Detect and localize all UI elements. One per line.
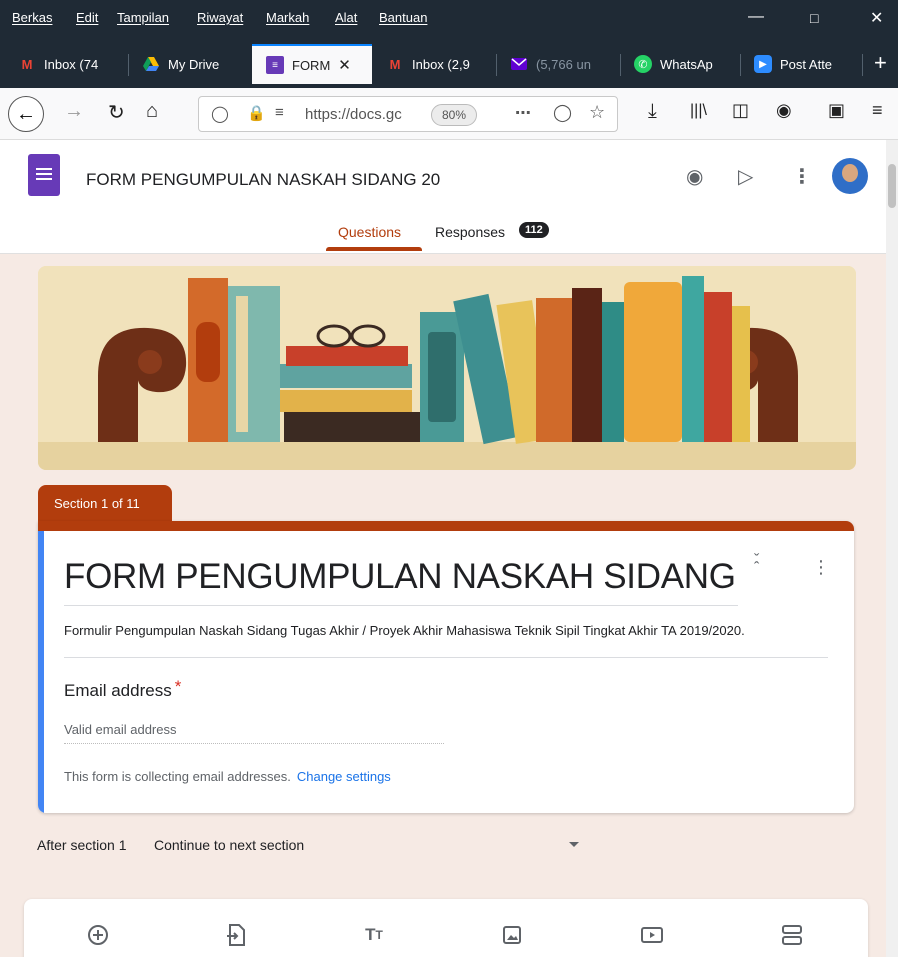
drive-icon: [142, 55, 160, 73]
gmail-icon: M: [21, 56, 33, 72]
maximize-icon[interactable]: □: [810, 10, 818, 26]
yahoo-mail-icon: [510, 55, 528, 73]
collapse-icon[interactable]: ˇˆ: [754, 553, 759, 577]
reload-icon[interactable]: ↻: [108, 100, 125, 125]
section-card[interactable]: FORM PENGUMPULAN NASKAH SIDANG ˇˆ ⋮ Form…: [38, 521, 854, 813]
more-options-icon[interactable]: ⋮: [792, 164, 812, 189]
avatar[interactable]: [832, 158, 868, 194]
url-bar[interactable]: ◯ 🔒 ≡ https://docs.gc 80% ⋯ ◯ ☆: [198, 96, 618, 132]
permissions-icon[interactable]: ≡: [275, 104, 284, 121]
tab-inbox-1[interactable]: M Inbox (74: [4, 44, 128, 84]
tab-label: Inbox (74: [44, 56, 99, 72]
url-text[interactable]: https://docs.gc: [305, 106, 402, 123]
palette-icon[interactable]: ◉: [686, 164, 703, 189]
tab-bar: M Inbox (74 My Drive ≡ FORM ✕ M Inbox (2…: [0, 38, 898, 88]
scrollbar[interactable]: [886, 140, 898, 957]
account-icon[interactable]: ◉: [776, 100, 792, 121]
section-more-icon[interactable]: ⋮: [812, 557, 830, 578]
tab-form-active[interactable]: ≡ FORM ✕: [252, 44, 372, 84]
menu-bantuan[interactable]: Bantuan: [379, 10, 427, 25]
back-button[interactable]: ←: [8, 96, 44, 132]
tab-yahoo-mail[interactable]: (5,766 un: [496, 44, 620, 84]
header-image-books: [38, 266, 856, 470]
email-field[interactable]: Valid email address: [64, 722, 444, 744]
document-title[interactable]: FORM PENGUMPULAN NASKAH SIDANG 20: [86, 170, 440, 190]
tab-label: (5,766 un: [536, 56, 591, 72]
tab-zoom[interactable]: ▶ Post Atte: [740, 44, 862, 84]
question-toolbar: TT: [24, 899, 868, 957]
menu-berkas[interactable]: Berkas: [12, 10, 52, 25]
menu-tampilan[interactable]: Tampilan: [117, 10, 169, 25]
sidebar-icon[interactable]: ◫: [732, 100, 749, 121]
add-question-icon[interactable]: [84, 921, 112, 949]
zoom-icon: ▶: [754, 55, 772, 73]
import-questions-icon[interactable]: [222, 921, 250, 949]
download-icon[interactable]: ⤓: [648, 100, 657, 123]
add-video-icon[interactable]: [638, 921, 666, 949]
collect-email-note: This form is collecting email addresses.…: [64, 769, 391, 784]
after-section-label: After section 1: [37, 837, 127, 853]
tab-responses[interactable]: Responses: [435, 224, 505, 240]
shield-icon[interactable]: ◯: [211, 104, 229, 124]
forward-icon[interactable]: →: [64, 100, 84, 123]
lock-icon[interactable]: 🔒: [247, 104, 266, 122]
whatsapp-icon: ✆: [634, 55, 652, 73]
section-label: Section 1 of 11: [38, 485, 172, 521]
gmail-icon: M: [389, 56, 401, 72]
library-icon[interactable]: |||\: [690, 102, 707, 120]
home-icon[interactable]: ⌂: [146, 100, 158, 123]
forms-header: FORM PENGUMPULAN NASKAH SIDANG 20 ◉ ▷ ⋮ …: [0, 140, 886, 254]
nav-bar: ← → ↻ ⌂ ◯ 🔒 ≡ https://docs.gc 80% ⋯ ◯ ☆ …: [0, 88, 898, 140]
email-label-text: Email address: [64, 681, 172, 700]
tab-inbox-2[interactable]: M Inbox (2,9: [372, 44, 496, 84]
form-description[interactable]: Formulir Pengumpulan Naskah Sidang Tugas…: [64, 621, 828, 640]
send-icon[interactable]: ▷: [738, 164, 753, 189]
collect-note-text: This form is collecting email addresses.: [64, 769, 291, 784]
forms-page: FORM PENGUMPULAN NASKAH SIDANG 20 ◉ ▷ ⋮ …: [0, 140, 898, 957]
forms-logo-icon[interactable]: [28, 154, 60, 196]
forms-icon: ≡: [266, 56, 284, 74]
page-actions-icon[interactable]: ⋯: [515, 103, 531, 123]
tab-label: WhatsAp: [660, 56, 713, 72]
menu-markah[interactable]: Markah: [266, 10, 309, 25]
pocket-icon[interactable]: ◯: [553, 103, 572, 123]
tab-label: Post Atte: [780, 56, 833, 72]
tab-label: FORM: [292, 57, 331, 73]
menu-riwayat[interactable]: Riwayat: [197, 10, 243, 25]
responses-count-badge: 112: [519, 222, 549, 238]
tab-questions[interactable]: Questions: [338, 224, 401, 240]
menu-hamburger-icon[interactable]: ≡: [872, 100, 883, 121]
tab-my-drive[interactable]: My Drive: [128, 44, 252, 84]
bookmark-star-icon[interactable]: ☆: [589, 102, 605, 123]
add-section-icon[interactable]: [778, 921, 806, 949]
extension-icon[interactable]: ▣: [828, 100, 845, 121]
zoom-level[interactable]: 80%: [431, 104, 478, 126]
menu-bar: Berkas Edit Tampilan Riwayat Markah Alat…: [0, 0, 898, 38]
tab-label: My Drive: [168, 56, 220, 72]
close-window-icon[interactable]: ✕: [870, 8, 883, 28]
active-tab-indicator: [326, 247, 422, 251]
after-section-dropdown[interactable]: Continue to next section: [154, 837, 580, 853]
tab-whatsapp[interactable]: ✆ WhatsAp: [620, 44, 740, 84]
add-title-icon[interactable]: TT: [360, 921, 388, 949]
menu-alat[interactable]: Alat: [335, 10, 357, 25]
minimize-icon[interactable]: —: [748, 8, 764, 26]
required-asterisk: *: [174, 677, 182, 696]
scrollbar-thumb[interactable]: [888, 164, 896, 208]
close-tab-icon[interactable]: ✕: [338, 56, 351, 74]
form-title[interactable]: FORM PENGUMPULAN NASKAH SIDANG: [64, 557, 736, 597]
new-tab-icon[interactable]: +: [874, 50, 887, 76]
change-settings-link[interactable]: Change settings: [297, 769, 391, 784]
add-image-icon[interactable]: [498, 921, 526, 949]
menu-edit[interactable]: Edit: [76, 10, 98, 25]
dropdown-arrow-icon[interactable]: [569, 842, 579, 847]
email-label: Email address *: [64, 677, 181, 701]
tab-label: Inbox (2,9: [412, 56, 470, 72]
